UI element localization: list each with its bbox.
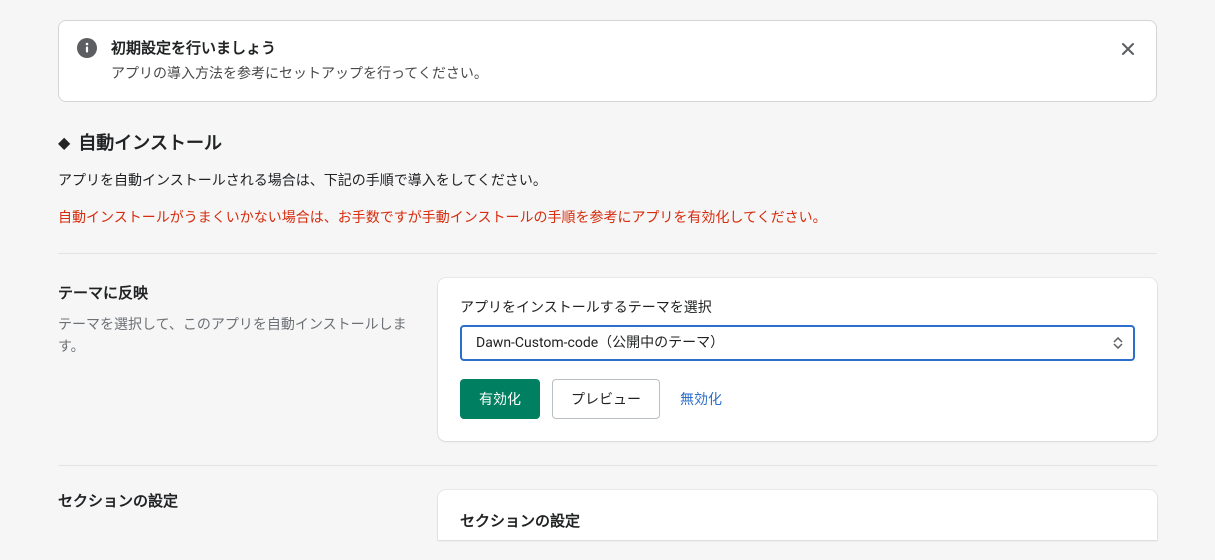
- info-icon: [77, 38, 97, 58]
- section-settings-info: セクションの設定: [58, 490, 418, 513]
- auto-install-heading-text: 自動インストール: [78, 130, 222, 157]
- enable-button[interactable]: 有効化: [460, 379, 540, 419]
- theme-select-label: アプリをインストールするテーマを選択: [460, 298, 1135, 319]
- close-banner-button[interactable]: [1116, 37, 1140, 64]
- section-settings-card-title: セクションの設定: [460, 510, 1135, 533]
- theme-select-wrapper: Dawn-Custom-code（公開中のテーマ）: [460, 325, 1135, 361]
- diamond-icon: ◆: [58, 131, 70, 155]
- theme-button-row: 有効化 プレビュー 無効化: [460, 379, 1135, 419]
- section-settings-card: セクションの設定: [438, 490, 1157, 541]
- theme-reflect-row: テーマに反映 テーマを選択して、このアプリを自動インストールします。 アプリをイ…: [58, 278, 1157, 441]
- banner-title: 初期設定を行いましょう: [111, 37, 1138, 60]
- auto-install-description: アプリを自動インストールされる場合は、下記の手順で導入をしてください。: [58, 171, 1157, 192]
- theme-select-card: アプリをインストールするテーマを選択 Dawn-Custom-code（公開中の…: [438, 278, 1157, 441]
- divider: [58, 465, 1157, 466]
- theme-select[interactable]: Dawn-Custom-code（公開中のテーマ）: [460, 325, 1135, 361]
- auto-install-heading: ◆ 自動インストール: [58, 130, 1157, 157]
- banner-content: 初期設定を行いましょう アプリの導入方法を参考にセットアップを行ってください。: [111, 37, 1138, 85]
- theme-reflect-info: テーマに反映 テーマを選択して、このアプリを自動インストールします。: [58, 278, 418, 359]
- preview-button[interactable]: プレビュー: [552, 379, 660, 419]
- auto-install-warning: 自動インストールがうまくいかない場合は、お手数ですが手動インストールの手順を参考…: [58, 208, 1157, 229]
- close-icon: [1120, 45, 1136, 60]
- divider: [58, 253, 1157, 254]
- section-settings-left-title: セクションの設定: [58, 490, 418, 513]
- setup-banner: 初期設定を行いましょう アプリの導入方法を参考にセットアップを行ってください。: [58, 20, 1157, 102]
- banner-description: アプリの導入方法を参考にセットアップを行ってください。: [111, 64, 1138, 85]
- section-settings-row: セクションの設定 セクションの設定: [58, 490, 1157, 541]
- disable-button[interactable]: 無効化: [672, 380, 730, 418]
- theme-reflect-title: テーマに反映: [58, 282, 418, 305]
- theme-reflect-description: テーマを選択して、このアプリを自動インストールします。: [58, 314, 418, 359]
